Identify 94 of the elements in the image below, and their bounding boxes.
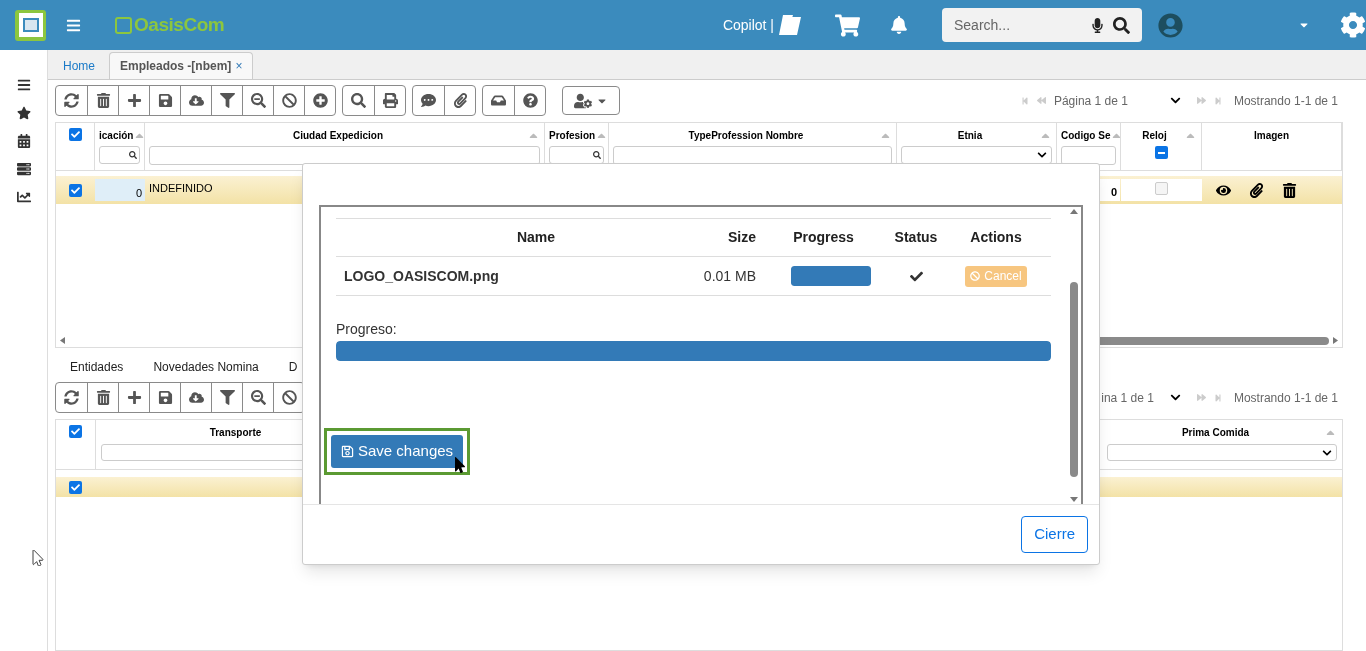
checkbox[interactable]: [69, 183, 82, 197]
scroll-left-icon[interactable]: [60, 337, 65, 344]
copilot-label[interactable]: Copilot |: [722, 14, 774, 36]
table-cell: 0: [95, 179, 145, 201]
filter-field[interactable]: [149, 146, 540, 165]
cursor-icon: [30, 550, 46, 566]
cancel-icon: [281, 93, 297, 108]
star-icon[interactable]: [16, 106, 31, 120]
zoom-out-icon: [250, 93, 266, 108]
file-size: 0.01 MB: [703, 266, 756, 286]
microphone-icon[interactable]: [1090, 17, 1105, 33]
search-icon: [129, 151, 137, 159]
checkbox[interactable]: [69, 480, 82, 494]
column-header: Status: [894, 228, 938, 247]
download-icon: [188, 390, 204, 405]
save-icon: [157, 390, 173, 405]
subtab[interactable]: D: [288, 358, 298, 376]
search-field[interactable]: Search...: [942, 8, 1142, 42]
column-header: Size: [728, 228, 756, 247]
delete-icon: [95, 93, 111, 108]
page-select-icon[interactable]: [1169, 392, 1181, 403]
add-icon: [126, 93, 142, 108]
scroll-right-icon[interactable]: [1333, 337, 1338, 344]
download-icon: [188, 93, 204, 108]
cart-icon[interactable]: [835, 12, 860, 38]
checkbox[interactable]: [68, 128, 82, 141]
record-count: Mostrando 1-1 de 1: [1233, 389, 1338, 407]
file-name: LOGO_OASISCOM.png: [344, 267, 499, 284]
page-label: ina 1 de 1: [1101, 389, 1154, 407]
tab[interactable]: Empleados -[nbem] ×: [109, 52, 254, 79]
subtab[interactable]: Novedades Nomina: [153, 358, 259, 376]
calendar-icon[interactable]: [16, 134, 31, 148]
zoom-out-icon: [250, 390, 266, 405]
checkbox[interactable]: [69, 425, 82, 438]
app-logo-icon[interactable]: [15, 9, 46, 41]
chevron-icon: [1037, 150, 1047, 160]
close-button[interactable]: Cierre: [1021, 516, 1088, 553]
page-select-icon[interactable]: [1169, 95, 1181, 106]
filter-field[interactable]: [549, 146, 604, 164]
delete-icon[interactable]: [1282, 182, 1297, 198]
refresh-icon: [64, 93, 79, 108]
page-label: Página 1 de 1: [1053, 92, 1128, 110]
filter-checkbox[interactable]: [1154, 146, 1168, 159]
help-icon: [522, 93, 538, 108]
delete-icon: [95, 390, 111, 405]
notification-icon[interactable]: [890, 16, 908, 34]
search-icon[interactable]: [1113, 16, 1130, 34]
column-header[interactable]: Prima Comida: [1102, 420, 1342, 469]
user-settings-button[interactable]: [562, 86, 620, 115]
cancel-icon: [970, 271, 981, 281]
cursor-icon: [452, 457, 468, 473]
brand-name: OasisCom: [134, 12, 225, 37]
column-header: Name: [516, 228, 556, 247]
avatar-icon[interactable]: [1158, 12, 1183, 38]
column-header[interactable]: Imagen: [1202, 123, 1342, 170]
copilot-icon[interactable]: [777, 13, 803, 37]
progress-label: Progreso:: [336, 320, 398, 339]
save-icon: [341, 445, 354, 458]
column-header: Actions: [970, 228, 1022, 247]
comment-icon: [421, 93, 436, 108]
scroll-up-icon[interactable]: [1070, 209, 1078, 214]
attach-icon[interactable]: [1249, 182, 1264, 198]
print-icon: [382, 93, 398, 108]
save-icon: [157, 93, 173, 108]
filter-field[interactable]: [99, 146, 140, 164]
column-header[interactable]: Reloj: [1121, 123, 1202, 170]
filter-icon: [219, 390, 235, 405]
cancel-icon: [281, 390, 297, 405]
filter-icon: [219, 93, 235, 108]
search-input[interactable]: Search...: [954, 14, 1090, 36]
menu-icon[interactable]: [16, 78, 31, 92]
tab[interactable]: Home: [53, 52, 105, 79]
search-icon: [593, 151, 601, 159]
record-count: Mostrando 1-1 de 1: [1233, 92, 1338, 110]
filter-field[interactable]: [1107, 444, 1337, 461]
tray-icon: [491, 93, 506, 108]
checkbox[interactable]: [1155, 182, 1168, 195]
column-header[interactable]: icación: [95, 123, 145, 170]
refresh-icon: [64, 390, 79, 405]
vertical-scrollbar[interactable]: [1067, 207, 1081, 504]
attach-icon: [452, 93, 468, 108]
settings-icon[interactable]: [1340, 12, 1366, 38]
filter-field[interactable]: [1061, 146, 1116, 165]
user-settings-icon: [574, 91, 592, 110]
chart-icon[interactable]: [16, 190, 31, 204]
search-icon: [351, 93, 366, 108]
table-cell-text: INDEFINIDO: [149, 181, 213, 196]
chevron-icon: [1322, 447, 1332, 458]
list-icon[interactable]: [16, 162, 31, 176]
add-icon: [126, 390, 142, 405]
brand-logo-icon: [115, 16, 132, 34]
subtab[interactable]: Entidades: [70, 358, 124, 376]
column-header: Progress: [793, 228, 854, 247]
save-changes-button[interactable]: Save changes: [331, 435, 464, 468]
